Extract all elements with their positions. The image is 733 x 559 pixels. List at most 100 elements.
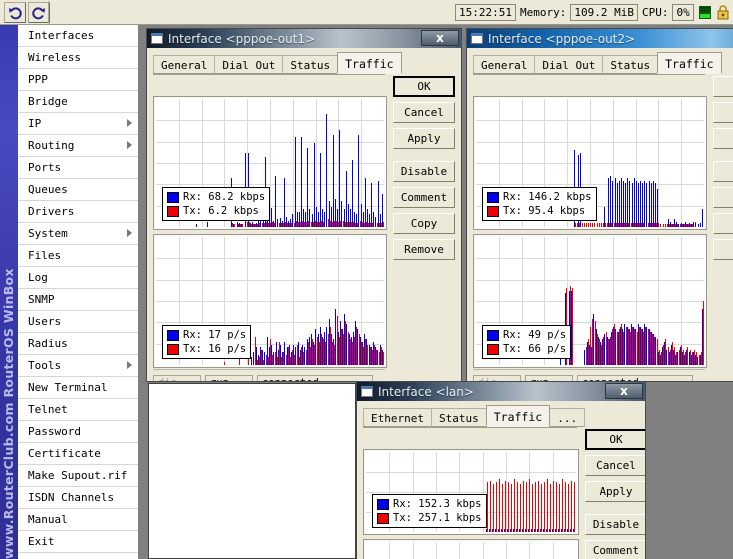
sidebar-item-ip[interactable]: IP	[18, 113, 138, 135]
ok-button[interactable]: OK	[393, 76, 455, 97]
button-label: Copy	[410, 217, 438, 230]
sidebar-item-ppp[interactable]: PPP	[18, 69, 138, 91]
sidebar-item-files[interactable]: Files	[18, 245, 138, 267]
window-pppoe-out1[interactable]: Interface <pppoe-out1> x General Dial Out St…	[146, 28, 462, 382]
ok-button[interactable]: OK	[585, 429, 645, 450]
sidebar-item-label: Bridge	[28, 95, 68, 108]
sidebar-item-interfaces[interactable]: Interfaces	[18, 25, 138, 47]
tab-ethernet[interactable]: Ethernet	[363, 408, 432, 427]
tab-status[interactable]: Status	[602, 55, 659, 74]
traffic-chart-packets: Rx: 17 p/s Tx: 16 p/s	[153, 234, 387, 368]
co-button[interactable]: Co	[713, 187, 733, 208]
a-button[interactable]: A	[713, 128, 733, 149]
apply-button[interactable]: Apply	[585, 481, 645, 502]
legend-tx-label: Tx: 257.1 kbps	[393, 512, 482, 524]
sidebar-item-users[interactable]: Users	[18, 311, 138, 333]
sidebar-item-bridge[interactable]: Bridge	[18, 91, 138, 113]
legend-rx-label: Rx: 146.2 kbps	[503, 191, 592, 203]
sidebar-item-drivers[interactable]: Drivers	[18, 201, 138, 223]
window-titlebar[interactable]: Interface <pppoe-out2>	[467, 29, 733, 48]
sidebar-item-log[interactable]: Log	[18, 267, 138, 289]
tab-general[interactable]: General	[153, 55, 216, 74]
tab-traffic[interactable]: Traffic	[485, 405, 551, 427]
cancel-button[interactable]: Cancel	[393, 102, 455, 123]
copy-button[interactable]: Copy	[393, 213, 455, 234]
tab-bar: General Dial Out Status Traffic	[473, 52, 722, 74]
sidebar-item-tools[interactable]: Tools	[18, 355, 138, 377]
r-button[interactable]: R	[713, 239, 733, 260]
apply-button[interactable]: Apply	[393, 128, 455, 149]
tab-status[interactable]: Status	[430, 408, 487, 427]
legend-row-rx: Rx: 152.3 kbps	[377, 497, 482, 511]
disable-button[interactable]: Disable	[393, 161, 455, 182]
close-button[interactable]: x	[421, 30, 459, 46]
window-status-bar: dis...run...connected	[153, 375, 373, 381]
legend-row-rx: Rx: 146.2 kbps	[487, 190, 592, 204]
sidebar-item-ports[interactable]: Ports	[18, 157, 138, 179]
legend-row-tx: Tx: 257.1 kbps	[377, 511, 482, 525]
rx-color-swatch-icon	[167, 329, 179, 341]
sidebar-item-routing[interactable]: Routing	[18, 135, 138, 157]
tab-underline	[363, 427, 577, 428]
tab-dial-out[interactable]: Dial Out	[534, 55, 604, 74]
action-0-button[interactable]	[713, 76, 733, 97]
tab-general[interactable]: General	[473, 55, 536, 74]
disable-button[interactable]: Disable	[585, 514, 645, 535]
remove-button[interactable]: Remove	[393, 239, 455, 260]
window-lan[interactable]: Interface <lan> x Ethernet Status Traffic...…	[356, 381, 646, 559]
tab-[interactable]: ...	[549, 408, 586, 427]
redo-button[interactable]	[28, 2, 50, 23]
redo-arrow-icon	[32, 6, 46, 20]
sidebar-item-label: PPP	[28, 73, 48, 86]
sidebar-item-password[interactable]: Password	[18, 421, 138, 443]
tab-traffic[interactable]: Traffic	[337, 52, 402, 74]
sidebar-item-snmp[interactable]: SNMP	[18, 289, 138, 311]
sidebar-item-radius[interactable]: Radius	[18, 333, 138, 355]
c-button[interactable]: C	[713, 102, 733, 123]
button-label: Comment	[400, 191, 448, 204]
sidebar-item-make-supout-rif[interactable]: Make Supout.rif	[18, 465, 138, 487]
sidebar-item-queues[interactable]: Queues	[18, 179, 138, 201]
action-5-button[interactable]	[713, 213, 733, 234]
legend-tx-label: Tx: 6.2 kbps	[183, 205, 259, 217]
sidebar-item-label: SNMP	[28, 293, 55, 306]
comment-button[interactable]: Comment	[393, 187, 455, 208]
traffic-chart-bandwidth: Rx: 68.2 kbps Tx: 6.2 kbps	[153, 96, 387, 230]
sidebar-item-label: Telnet	[28, 403, 68, 416]
comment-button[interactable]: Comment	[585, 540, 645, 559]
tab-traffic[interactable]: Traffic	[657, 52, 722, 74]
chevron-right-icon	[127, 119, 132, 127]
button-label: Comment	[592, 544, 640, 557]
sidebar-item-exit[interactable]: Exit	[18, 531, 138, 553]
undo-button[interactable]	[4, 2, 26, 23]
legend-rx-label: Rx: 49 p/s	[503, 329, 567, 341]
sidebar-item-wireless[interactable]: Wireless	[18, 47, 138, 69]
tab-status[interactable]: Status	[282, 55, 339, 74]
sidebar-item-manual[interactable]: Manual	[18, 509, 138, 531]
legend-rx-label: Rx: 17 p/s	[183, 329, 247, 341]
legend-row-rx: Rx: 17 p/s	[167, 328, 246, 342]
sidebar-item-label: Radius	[28, 337, 68, 350]
sidebar-item-label: Queues	[28, 183, 68, 196]
cpu-label: CPU:	[641, 6, 669, 19]
window-title: Interface <lan>	[378, 384, 474, 399]
window-titlebar[interactable]: Interface <lan> x	[357, 382, 645, 401]
tab-dial-out[interactable]: Dial Out	[214, 55, 284, 74]
sidebar-item-new-terminal[interactable]: New Terminal	[18, 377, 138, 399]
status-field-0: dis...	[153, 375, 201, 381]
window-pppoe-out2[interactable]: Interface <pppoe-out2> General Dial Out Sta…	[466, 28, 733, 382]
system-status-bar: 15:22:51 Memory: 109.2 MiB CPU: 0%	[455, 3, 730, 22]
legend-tx-label: Tx: 16 p/s	[183, 343, 247, 355]
cancel-button[interactable]: Cancel	[585, 455, 645, 476]
window-titlebar[interactable]: Interface <pppoe-out1> x	[147, 29, 461, 48]
di-button[interactable]: Di	[713, 161, 733, 182]
button-label: OK	[609, 433, 623, 446]
sidebar-item-telnet[interactable]: Telnet	[18, 399, 138, 421]
sidebar-item-system[interactable]: System	[18, 223, 138, 245]
lock-icon[interactable]	[716, 5, 730, 20]
close-button[interactable]: x	[605, 383, 643, 399]
sidebar-item-certificate[interactable]: Certificate	[18, 443, 138, 465]
sidebar-item-label: Password	[28, 425, 81, 438]
tab-underline	[473, 74, 705, 75]
sidebar-item-isdn-channels[interactable]: ISDN Channels	[18, 487, 138, 509]
